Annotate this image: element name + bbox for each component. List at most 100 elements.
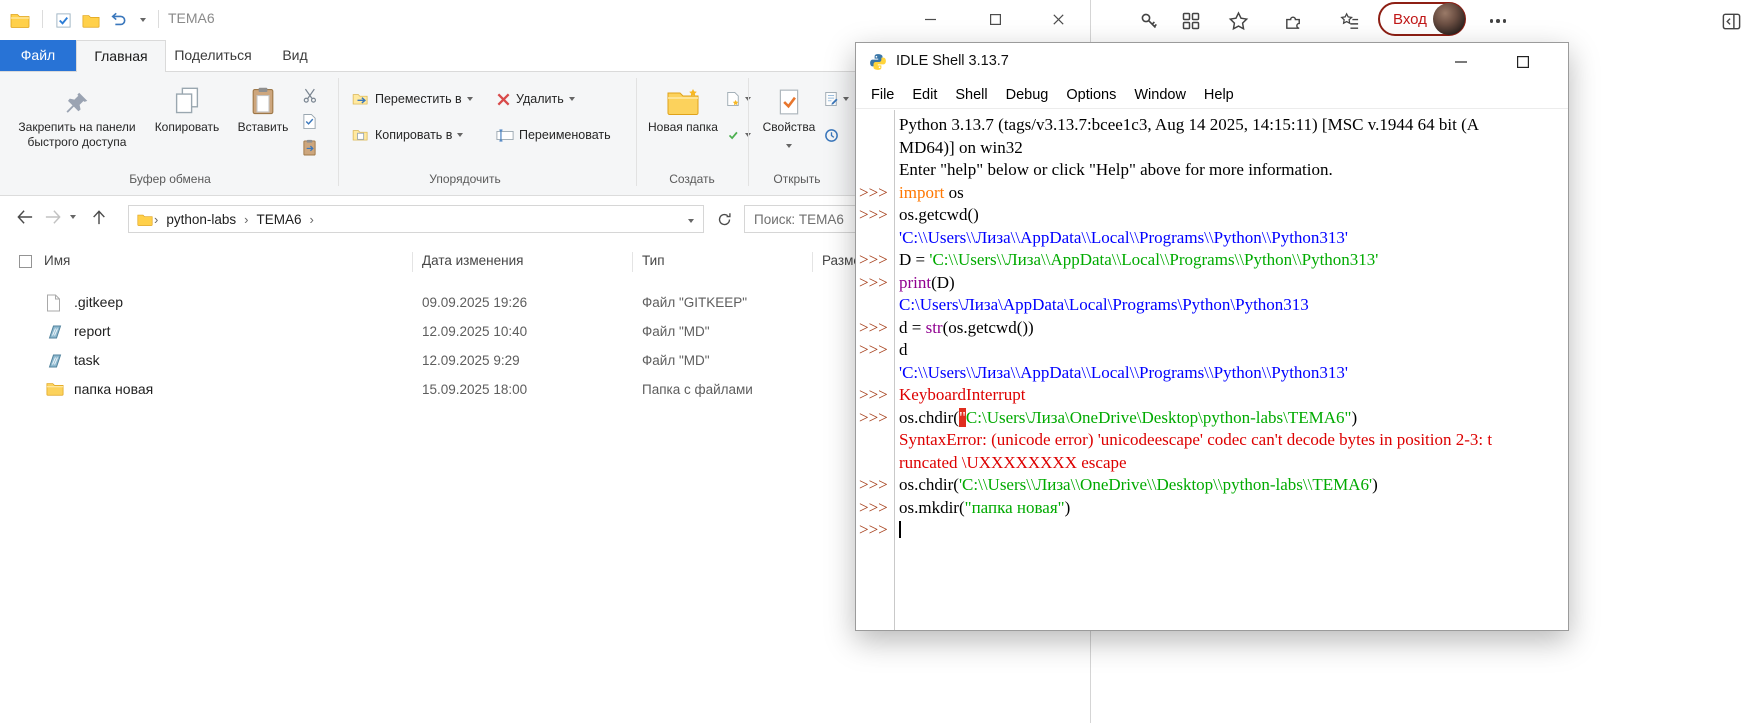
new-folder-button[interactable]: Новая папка (646, 78, 720, 135)
column-header-date[interactable]: Дата изменения (422, 253, 523, 268)
shell-line-text: Enter "help" below or click "Help" above… (895, 159, 1333, 182)
column-header-type[interactable]: Тип (642, 253, 665, 268)
more-options-icon[interactable] (1486, 9, 1510, 33)
idle-minimize-button[interactable] (1442, 49, 1480, 75)
sidebar-panel-icon[interactable] (1719, 9, 1743, 33)
recent-locations-caret[interactable] (64, 204, 82, 230)
extensions-icon[interactable] (1281, 9, 1305, 33)
pin-quick-access-button[interactable]: Закрепить на панели быстрого доступа (16, 78, 138, 150)
history-icon (824, 128, 839, 143)
idle-maximize-button[interactable] (1504, 49, 1542, 75)
menu-debug[interactable]: Debug (997, 84, 1058, 106)
delete-button[interactable]: Удалить (496, 88, 575, 110)
copy-path-button[interactable] (302, 110, 317, 132)
menu-help[interactable]: Help (1195, 84, 1243, 106)
favorites-star-icon[interactable] (1226, 9, 1250, 33)
qat-customize-caret-icon[interactable] (132, 9, 154, 31)
folder-icon (46, 381, 64, 399)
shell-line: runcated \UXXXXXXXX escape (856, 452, 1568, 475)
shell-lines: Python 3.13.7 (tags/v3.13.7:bcee1c3, Aug… (856, 114, 1568, 542)
move-to-icon (352, 92, 370, 106)
up-button[interactable] (86, 204, 112, 230)
shell-prompt: >>> (856, 339, 895, 362)
copy-path-icon (302, 113, 317, 130)
breadcrumb-chevron: › (309, 212, 315, 227)
shell-line-text: d = str(os.getcwd()) (895, 317, 1034, 340)
paste-shortcut-button[interactable] (302, 136, 317, 158)
copy-label: Копировать (155, 120, 220, 134)
shell-line: SyntaxError: (unicode error) 'unicodeesc… (856, 429, 1568, 452)
address-dropdown-caret[interactable] (679, 210, 703, 228)
file-name: task (74, 352, 100, 368)
move-to-button[interactable]: Переместить в (352, 88, 473, 110)
profile-avatar[interactable] (1433, 3, 1465, 35)
breadcrumb-item-tema6[interactable]: ТЕМА6 (249, 212, 308, 227)
select-all-checkbox[interactable] (19, 255, 32, 268)
shell-line: >>>import os (856, 182, 1568, 205)
file-icon (46, 294, 64, 312)
menu-shell[interactable]: Shell (946, 84, 996, 106)
edit-icon (824, 91, 838, 107)
history-button[interactable] (824, 124, 839, 146)
delete-icon (496, 92, 511, 107)
pin-icon (16, 78, 138, 116)
address-input[interactable]: › python-labs › ТЕМА6 › (128, 205, 704, 233)
explorer-close-button[interactable] (1036, 0, 1081, 38)
shell-line-text: d (895, 339, 908, 362)
properties-button[interactable]: Свойства (758, 78, 820, 152)
shell-text-area[interactable]: Python 3.13.7 (tags/v3.13.7:bcee1c3, Aug… (856, 110, 1568, 630)
chevron-down-icon (786, 144, 792, 148)
rename-button[interactable]: Переименовать (496, 124, 611, 146)
shell-line-text: KeyboardInterrupt (895, 384, 1026, 407)
tab-home[interactable]: Главная (76, 40, 166, 72)
tab-share[interactable]: Поделиться (166, 40, 260, 71)
tab-file[interactable]: Файл (0, 40, 76, 71)
file-row[interactable]: task 12.09.2025 9:29 Файл "MD" (0, 346, 860, 375)
forward-button[interactable] (40, 204, 66, 230)
menu-edit[interactable]: Edit (903, 84, 946, 106)
tab-view[interactable]: Вид (260, 40, 330, 71)
signin-button[interactable]: Вход (1378, 2, 1466, 36)
shell-line: MD64)] on win32 (856, 137, 1568, 160)
file-row[interactable]: .gitkeep 09.09.2025 19:26 Файл "GITKEEP" (0, 288, 860, 317)
copy-to-label: Копировать в (375, 128, 452, 142)
shell-prompt (856, 137, 895, 160)
shell-line: >>>os.chdir("C:\Users\Лиза\OneDrive\Desk… (856, 407, 1568, 430)
menu-options[interactable]: Options (1057, 84, 1125, 106)
paste-button[interactable]: Вставить (232, 78, 294, 135)
column-header-name[interactable]: Имя (44, 253, 70, 268)
shell-line: >>> (856, 519, 1568, 542)
file-type: Папка с файлами (642, 382, 753, 397)
group-separator (338, 78, 339, 186)
file-row[interactable]: папка новая 15.09.2025 18:00 Папка с фай… (0, 375, 860, 404)
copy-button[interactable]: Копировать (146, 78, 228, 135)
refresh-button[interactable] (712, 207, 736, 231)
qat-properties-icon[interactable] (52, 9, 74, 31)
apps-grid-icon[interactable] (1179, 9, 1203, 33)
explorer-minimize-button[interactable] (908, 0, 953, 38)
shell-prompt (856, 362, 895, 385)
qat-new-folder-icon[interactable] (80, 9, 102, 31)
edit-button[interactable] (824, 88, 849, 110)
file-row[interactable]: report 12.09.2025 10:40 Файл "MD" (0, 317, 860, 346)
copy-to-button[interactable]: Копировать в (352, 124, 463, 146)
explorer-maximize-button[interactable] (973, 0, 1018, 38)
menu-window[interactable]: Window (1125, 84, 1195, 106)
shell-line-text: import os (895, 182, 964, 205)
menu-file[interactable]: File (862, 84, 903, 106)
cut-button[interactable] (302, 84, 319, 106)
explorer-app-icon (9, 9, 31, 31)
copy-to-icon (352, 128, 370, 142)
shell-line: >>>d = str(os.getcwd()) (856, 317, 1568, 340)
collections-icon[interactable] (1337, 9, 1361, 33)
back-button[interactable] (12, 204, 38, 230)
breadcrumb-item-python-labs[interactable]: python-labs (159, 212, 243, 227)
password-key-icon[interactable] (1137, 9, 1161, 33)
file-name: .gitkeep (74, 294, 123, 310)
shell-line-text: os.getcwd() (895, 204, 979, 227)
shell-prompt (856, 114, 895, 137)
chevron-down-icon (569, 97, 575, 101)
qat-undo-icon[interactable] (107, 9, 129, 31)
shell-line-text: Python 3.13.7 (tags/v3.13.7:bcee1c3, Aug… (895, 114, 1479, 137)
title-separator (158, 10, 159, 28)
